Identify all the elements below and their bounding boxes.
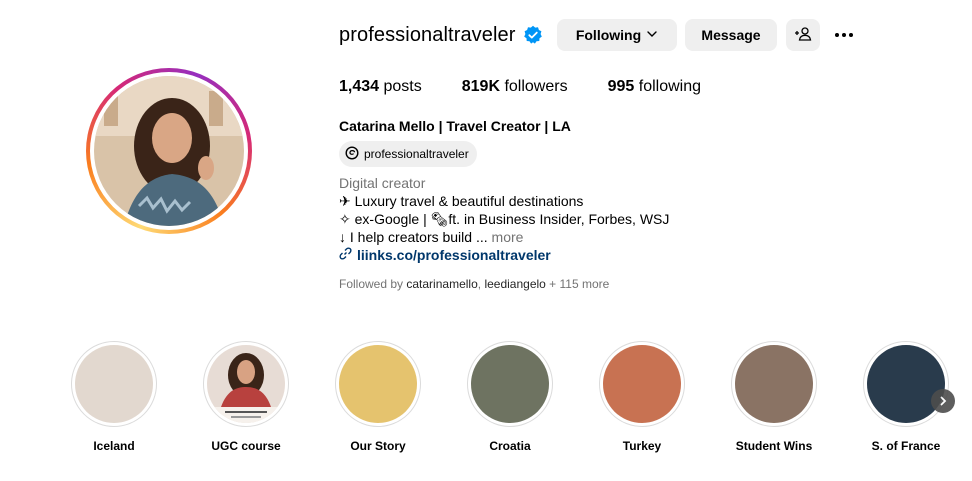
profile-stats: 1,434 posts 819K followers 995 following (339, 78, 741, 96)
more-link[interactable]: more (492, 229, 524, 245)
bio-link[interactable]: liinks.co/professionaltraveler (339, 246, 669, 264)
following-label: following (638, 78, 702, 95)
category-label: Digital creator (339, 175, 426, 191)
followers-label: followers (504, 78, 568, 95)
bio: Digital creator ✈ Luxury travel & beauti… (339, 174, 669, 264)
highlight-label: Our Story (350, 439, 406, 453)
highlight-item[interactable]: Our Story (328, 341, 428, 453)
followed-by-suffix: + 115 more (549, 277, 610, 291)
following-button-label: Following (575, 27, 642, 43)
highlight-cover (207, 345, 285, 423)
posts-stat: 1,434 posts (339, 78, 422, 96)
highlight-item[interactable]: Croatia (460, 341, 560, 453)
highlight-item[interactable]: Turkey (592, 341, 692, 453)
highlight-cover (339, 345, 417, 423)
highlight-item[interactable]: UGC course (196, 341, 296, 453)
highlight-cover (75, 345, 153, 423)
highlight-item[interactable]: Student Wins (724, 341, 824, 453)
verified-badge-icon (523, 25, 543, 45)
link-icon (339, 246, 352, 264)
following-count: 995 (607, 78, 635, 95)
more-options-icon[interactable] (830, 23, 858, 47)
followed-by-prefix: Followed by (339, 277, 404, 291)
profile-avatar-ring[interactable] (86, 68, 252, 234)
highlight-cover (867, 345, 945, 423)
highlight-cover-ring (71, 341, 157, 427)
bio-link-text: liinks.co/professionaltraveler (357, 247, 551, 263)
followed-by-separator: , (477, 277, 482, 291)
chevron-down-icon (646, 27, 658, 43)
username: professionaltraveler (339, 23, 516, 46)
followed-by-user-1: catarinamello (406, 277, 478, 291)
threads-icon (345, 145, 359, 163)
threads-badge[interactable]: professionaltraveler (339, 141, 477, 167)
chevron-right-icon[interactable] (931, 389, 955, 413)
message-button[interactable]: Message (685, 19, 777, 51)
followed-by[interactable]: Followed by catarinamello, leediangelo +… (339, 277, 609, 291)
highlight-cover-ring (335, 341, 421, 427)
highlight-cover-ring (731, 341, 817, 427)
posts-count: 1,434 (339, 78, 380, 95)
highlight-label: S. of France (871, 439, 941, 453)
highlight-cover (603, 345, 681, 423)
followers-stat[interactable]: 819K followers (462, 78, 568, 96)
avatar-inner (90, 72, 248, 230)
bio-line-3-text: ↓ I help creators build ... (339, 229, 488, 245)
highlight-cover (471, 345, 549, 423)
message-button-label: Message (701, 27, 761, 43)
highlight-label: Croatia (489, 439, 531, 453)
highlight-cover-ring (599, 341, 685, 427)
highlight-cover-ring (863, 341, 949, 427)
avatar[interactable] (94, 76, 244, 226)
posts-label: posts (383, 78, 422, 95)
suggest-users-button[interactable] (786, 19, 820, 51)
bio-line-1: ✈ Luxury travel & beautiful destinations (339, 193, 584, 209)
highlight-label: UGC course (211, 439, 281, 453)
add-user-icon (794, 26, 812, 45)
story-highlights: Iceland UGC course Our Story Croatia Tur… (0, 341, 972, 461)
highlight-item[interactable]: Iceland (64, 341, 164, 453)
followed-by-user-2: leediangelo (484, 277, 546, 291)
bio-line-3: ↓ I help creators build ... more (339, 228, 669, 246)
following-button[interactable]: Following (557, 19, 677, 51)
following-stat[interactable]: 995 following (608, 78, 701, 96)
highlight-cover-ring (203, 341, 289, 427)
highlight-label: Student Wins (735, 439, 813, 453)
highlight-cover (735, 345, 813, 423)
highlight-label: Iceland (93, 439, 135, 453)
threads-handle: professionaltraveler (364, 147, 469, 161)
bio-line-2: ✧ ex-Google | 🗞ft. in Business Insider, … (339, 211, 670, 227)
highlight-label: Turkey (622, 439, 662, 453)
full-name: Catarina Mello | Travel Creator | LA (339, 118, 571, 134)
username-row: professionaltraveler (339, 19, 543, 51)
highlight-cover-ring (467, 341, 553, 427)
followers-count: 819K (461, 78, 500, 95)
